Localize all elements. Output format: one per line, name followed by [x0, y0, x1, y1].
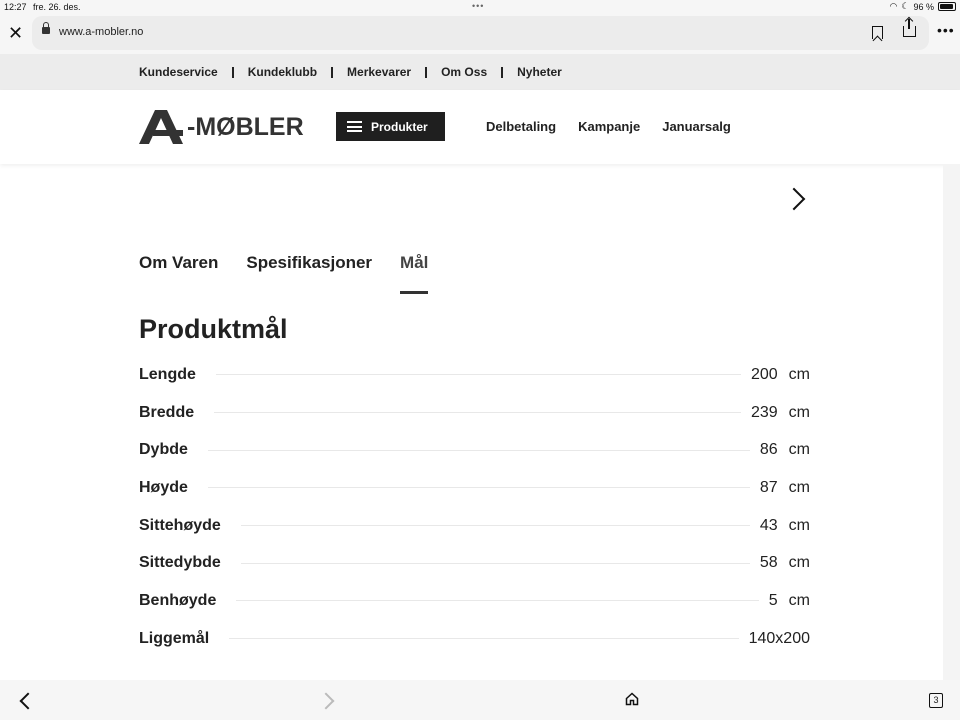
dimension-divider [207, 449, 750, 451]
tab-spesifikasjoner[interactable]: Spesifikasjoner [246, 253, 372, 273]
dimension-row: Sittehøyde 43 cm [139, 507, 810, 545]
nav-kundeklubb[interactable]: Kundeklubb [248, 65, 317, 79]
nav-delbetaling[interactable]: Delbetaling [486, 119, 556, 134]
dimension-unit: cm [788, 554, 810, 572]
dimension-label: Sittedybde [139, 554, 221, 572]
dimension-divider [240, 525, 750, 527]
dimension-value: 239 [750, 403, 778, 421]
logo-a-mark [139, 110, 183, 144]
site-header: -MØBLER Produkter Delbetaling Kampanje J… [0, 90, 960, 164]
chevron-right-icon[interactable] [782, 187, 806, 211]
tabs-icon[interactable]: 3 [929, 693, 943, 708]
battery-percent: 96 % [913, 1, 934, 12]
battery-icon [938, 2, 956, 11]
dimension-value: 140x200 [748, 629, 810, 647]
moon-icon: ☾ [901, 1, 910, 11]
browser-toolbar: ✕ www.a-mobler.no ••• [0, 14, 960, 54]
dimension-unit: cm [788, 403, 810, 421]
dimension-value: 200 [750, 365, 778, 383]
status-time: 12:27 [4, 2, 27, 12]
dimension-label: Lengde [139, 365, 196, 383]
scrollbar[interactable] [943, 164, 960, 680]
lock-icon [42, 22, 50, 34]
nav-nyheter[interactable]: Nyheter [517, 65, 562, 79]
browser-bottom-toolbar: 3 [0, 680, 960, 720]
dimension-divider [215, 374, 741, 376]
section-title: Produktmål [139, 314, 288, 344]
wifi-icon: ◠ [889, 1, 898, 11]
dimension-unit: cm [788, 365, 810, 383]
tab-om-varen[interactable]: Om Varen [139, 253, 218, 273]
product-tabs: Om Varen Spesifikasjoner Mål [139, 253, 456, 294]
nav-separator [425, 66, 428, 78]
logo-text: -MØBLER [187, 112, 304, 141]
nav-merkevarer[interactable]: Merkevarer [347, 65, 411, 79]
dimension-row: Bredde 239 cm [139, 394, 810, 432]
nav-separator [331, 66, 334, 78]
products-button-label: Produkter [371, 120, 428, 134]
dimension-label: Bredde [139, 403, 195, 421]
dimension-row: Benhøyde 5 cm [139, 582, 810, 620]
dimension-value: 43 [759, 516, 778, 534]
nav-separator [231, 66, 234, 78]
dimension-divider [236, 600, 759, 602]
dimension-divider [214, 412, 741, 414]
dimension-label: Dybde [139, 441, 188, 459]
site-logo[interactable]: -MØBLER [139, 110, 304, 144]
address-bar[interactable]: www.a-mobler.no [32, 16, 929, 50]
nav-separator [501, 66, 504, 78]
dimension-divider [240, 562, 750, 564]
nav-kampanje[interactable]: Kampanje [578, 119, 640, 134]
dimension-divider [207, 487, 750, 489]
dimension-row: Lengde 200 cm [139, 356, 810, 394]
more-icon[interactable]: ••• [937, 22, 955, 38]
dimension-divider [229, 638, 739, 640]
dimension-value: 87 [759, 478, 778, 496]
bookmark-icon[interactable] [872, 26, 883, 39]
url-text[interactable]: www.a-mobler.no [59, 26, 143, 38]
dimension-unit: cm [788, 441, 810, 459]
status-bar: 12:27 fre. 26. des. ••• ◠ ☾ 96 % [0, 0, 960, 14]
menu-icon [347, 121, 362, 132]
forward-icon[interactable] [317, 692, 335, 710]
back-icon[interactable] [19, 692, 37, 710]
share-icon[interactable] [903, 19, 916, 37]
dimensions-list: Lengde 200 cm Bredde 239 cm Dybde 86 cm … [139, 356, 810, 658]
dimension-row: Dybde 86 cm [139, 431, 810, 469]
dimension-value: 86 [759, 441, 778, 459]
nav-kundeservice[interactable]: Kundeservice [139, 65, 218, 79]
status-date: fre. 26. des. [33, 2, 81, 12]
multitask-dots-icon[interactable]: ••• [472, 1, 484, 11]
dimension-unit: cm [788, 478, 810, 496]
nav-om-oss[interactable]: Om Oss [441, 65, 487, 79]
dimension-label: Sittehøyde [139, 516, 221, 534]
dimension-row: Høyde 87 cm [139, 469, 810, 507]
dimension-unit: cm [788, 591, 810, 609]
utility-nav: Kundeservice Kundeklubb Merkevarer Om Os… [0, 54, 960, 90]
dimension-label: Benhøyde [139, 591, 217, 609]
dimension-row: Sittedybde 58 cm [139, 544, 810, 582]
products-menu-button[interactable]: Produkter [336, 112, 445, 141]
dimension-label: Liggemål [139, 629, 210, 647]
home-icon[interactable] [625, 692, 639, 706]
dimension-unit: cm [788, 516, 810, 534]
close-icon[interactable]: ✕ [8, 24, 23, 42]
dimension-row: Liggemål 140x200 [139, 620, 810, 658]
dimension-value: 58 [759, 554, 778, 572]
header-nav: Delbetaling Kampanje Januarsalg [486, 119, 731, 134]
dimension-value: 5 [768, 591, 778, 609]
tab-mal[interactable]: Mål [400, 253, 429, 294]
status-indicators: ◠ ☾ 96 % [890, 1, 956, 12]
dimension-label: Høyde [139, 478, 188, 496]
nav-januarsalg[interactable]: Januarsalg [662, 119, 731, 134]
